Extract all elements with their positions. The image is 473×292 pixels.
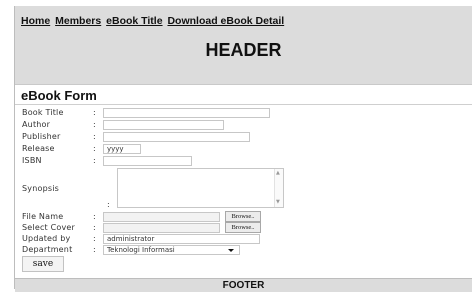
footer: FOOTER [15,278,472,292]
synopsis-textarea[interactable]: ▲ ▼ [117,168,284,208]
colon: : [93,245,96,254]
main-nav: Home Members eBook Title Download eBook … [21,15,286,27]
row-department: Department : Teknologi Informasi [15,244,472,256]
select-cover-input[interactable] [103,223,220,233]
select-cover-browse-button[interactable]: Browse.. [225,222,261,233]
synopsis-scrollbar[interactable]: ▲ ▼ [274,169,283,207]
department-select[interactable]: Teknologi Informasi [103,245,240,255]
release-input[interactable]: yyyy [103,144,141,154]
publisher-label: Publisher [22,132,61,141]
department-selected-value: Teknologi Informasi [107,246,175,254]
row-book-title: Book Title : [15,107,472,119]
row-publisher: Publisher : [15,131,472,143]
form-title: eBook Form [21,88,97,103]
isbn-label: ISBN [22,156,42,165]
page-frame: Home Members eBook Title Download eBook … [14,6,472,292]
isbn-input[interactable] [103,156,192,166]
colon: : [93,234,96,243]
nav-link-members[interactable]: Members [55,15,101,27]
header-title: HEADER [205,40,282,60]
nav-link-home[interactable]: Home [21,15,50,27]
nav-link-ebook-title[interactable]: eBook Title [106,15,162,27]
chevron-down-icon[interactable] [228,249,234,252]
release-label: Release [22,144,55,153]
file-name-label: File Name [22,212,64,221]
scroll-up-icon[interactable]: ▲ [276,171,280,176]
row-author: Author : [15,119,472,131]
nav-link-download-ebook-detail[interactable]: Download eBook Detail [167,15,284,27]
author-label: Author [22,120,51,129]
department-label: Department [22,245,73,254]
updated-by-input[interactable]: administrator [103,234,260,244]
scroll-down-icon[interactable]: ▼ [276,200,280,205]
colon: : [93,144,96,153]
colon: : [93,156,96,165]
colon: : [93,120,96,129]
colon: : [93,212,96,221]
book-title-label: Book Title [22,108,64,117]
synopsis-label: Synopsis [22,184,60,193]
save-button[interactable]: save [22,256,64,272]
top-bar: Home Members eBook Title Download eBook … [15,6,472,85]
book-title-input[interactable] [103,108,270,118]
updated-by-label: Updated by [22,234,71,243]
file-name-input[interactable] [103,212,220,222]
row-isbn: ISBN : [15,155,472,167]
publisher-input[interactable] [103,132,250,142]
colon: : [93,132,96,141]
author-input[interactable] [103,120,224,130]
row-release: Release : yyyy [15,143,472,155]
colon: : [107,200,110,209]
file-name-browse-button[interactable]: Browse.. [225,211,261,222]
colon: : [93,223,96,232]
select-cover-label: Select Cover [22,223,76,232]
colon: : [93,108,96,117]
